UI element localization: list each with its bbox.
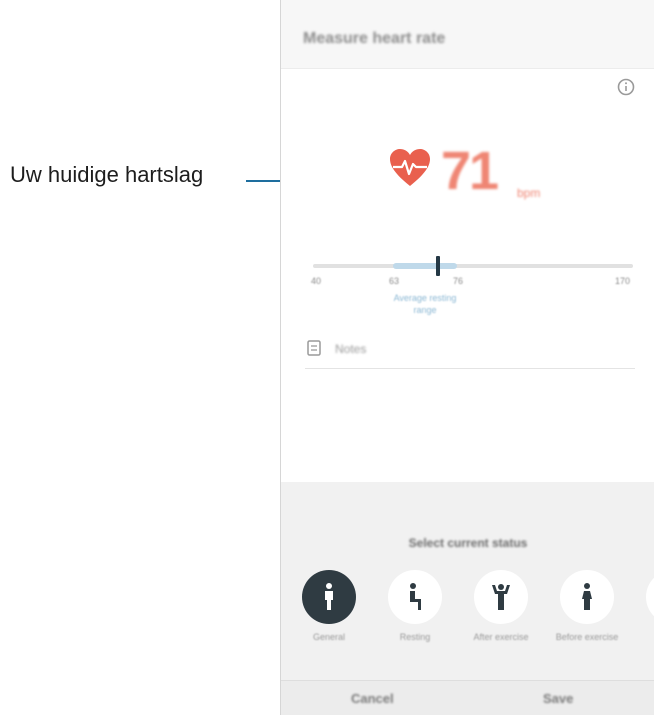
- heart-rate-range-scale: 40 63 76 170: [311, 256, 633, 286]
- status-label: Resting: [399, 632, 431, 642]
- save-button[interactable]: Save: [543, 691, 573, 706]
- status-label: After exercise: [473, 632, 529, 642]
- average-range-band: [393, 263, 457, 269]
- status-circle: [646, 570, 654, 624]
- scale-tick: 63: [389, 276, 400, 286]
- status-circle: [474, 570, 528, 624]
- status-option-before-exercise[interactable]: Before exercise: [539, 570, 627, 670]
- scale-tick: 76: [453, 276, 464, 286]
- status-option-after-exercise[interactable]: After exercise: [453, 570, 541, 670]
- status-option-general[interactable]: General: [281, 570, 369, 670]
- status-label: F: [625, 632, 654, 643]
- notes-icon: [307, 340, 321, 356]
- status-label: General: [312, 632, 346, 642]
- cancel-button[interactable]: Cancel: [351, 691, 394, 706]
- callout-label: Uw huidige hartslag: [10, 162, 204, 187]
- person-standing-icon: [325, 583, 333, 610]
- status-circle: [302, 570, 356, 624]
- person-stretching-icon: [582, 583, 592, 610]
- app-title: Measure heart rate: [303, 30, 446, 47]
- status-label: Before exercise: [555, 632, 619, 642]
- bottom-action-bar: Cancel Save: [281, 680, 654, 715]
- status-title: Select current status: [408, 536, 528, 550]
- phone-screen: Measure heart rate 71 bpm 40 63 76 170 A…: [280, 0, 654, 715]
- current-rate-marker: [436, 256, 440, 276]
- scale-tick: 170: [615, 276, 631, 286]
- average-range-label: Average resting range: [393, 293, 457, 315]
- range-track: [313, 264, 633, 268]
- notes-placeholder: Notes: [335, 342, 367, 356]
- info-icon[interactable]: [617, 78, 635, 96]
- notes-field[interactable]: Notes: [305, 334, 635, 369]
- heart-rate-value: 71: [441, 141, 499, 201]
- status-option-resting[interactable]: Resting: [367, 570, 455, 670]
- heart-rate-unit: bpm: [517, 186, 541, 200]
- person-flexing-icon: [492, 584, 510, 610]
- status-option-partial[interactable]: F: [625, 570, 654, 670]
- status-circle: [388, 570, 442, 624]
- heart-icon: [390, 149, 430, 186]
- scale-tick: 40: [311, 276, 322, 286]
- person-sitting-icon: [410, 583, 421, 610]
- app-bar: Measure heart rate: [281, 0, 654, 69]
- status-circle: [560, 570, 614, 624]
